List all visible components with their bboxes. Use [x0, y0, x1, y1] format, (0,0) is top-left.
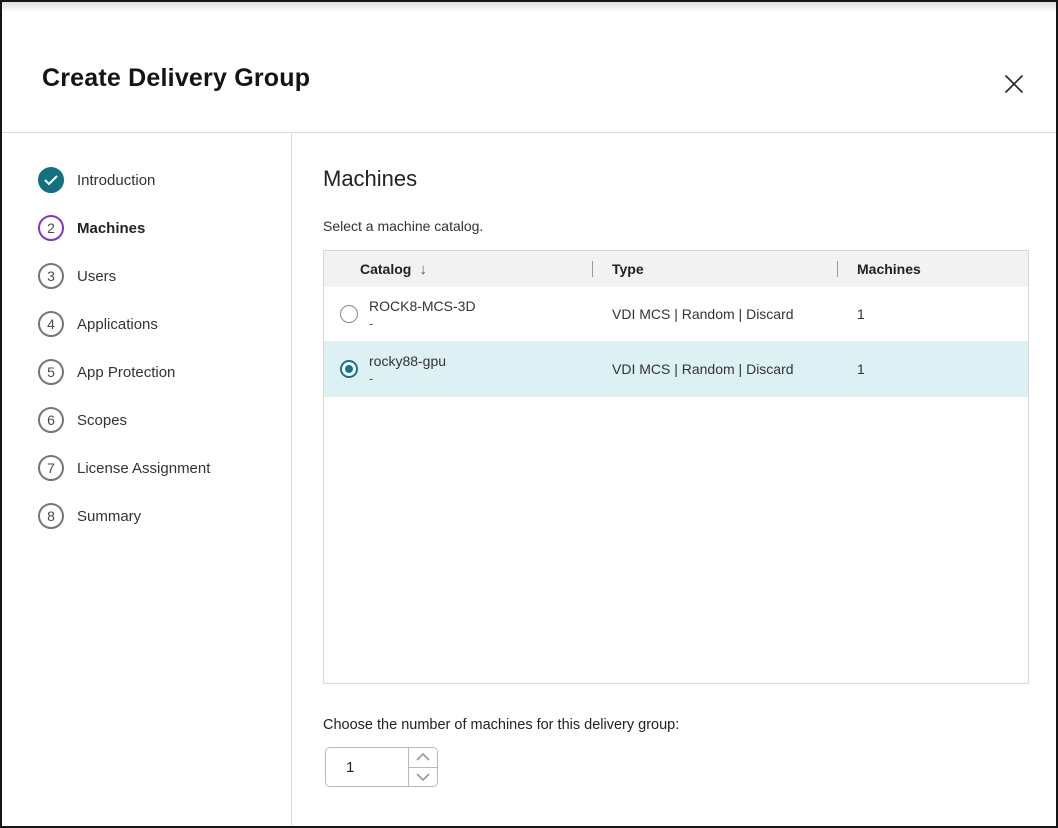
dialog-header: Create Delivery Group — [2, 2, 1056, 133]
step-number: 2 — [47, 220, 55, 236]
step-circle: 7 — [38, 455, 64, 481]
spin-up-button[interactable] — [409, 748, 437, 768]
step-circle: 3 — [38, 263, 64, 289]
step-number: 3 — [47, 268, 55, 284]
type-cell: VDI MCS | Random | Discard — [592, 306, 837, 322]
column-header-machines[interactable]: Machines — [837, 251, 1028, 287]
step-item-app-protection[interactable]: 5 App Protection — [38, 359, 291, 385]
step-circle: 2 — [38, 215, 64, 241]
machine-count-spinner — [325, 747, 438, 787]
type-cell: VDI MCS | Random | Discard — [592, 361, 837, 377]
step-label: Scopes — [77, 412, 127, 429]
step-label: Users — [77, 268, 116, 285]
step-number: 7 — [47, 460, 55, 476]
sort-desc-icon: ↓ — [419, 261, 427, 278]
step-circle: 6 — [38, 407, 64, 433]
wizard-steps-sidebar: Introduction 2 Machines 3 Users 4 Applic… — [2, 133, 292, 826]
step-item-license-assignment[interactable]: 7 License Assignment — [38, 455, 291, 481]
spin-down-icon — [416, 773, 430, 781]
machine-count-input[interactable] — [326, 748, 408, 786]
close-button[interactable] — [998, 68, 1030, 100]
column-header-label: Catalog — [360, 261, 411, 277]
step-item-machines[interactable]: 2 Machines — [38, 215, 291, 241]
main-panel: Machines Select a machine catalog. Catal… — [292, 133, 1058, 826]
spin-up-icon — [416, 753, 430, 761]
spin-down-button[interactable] — [409, 768, 437, 787]
step-item-scopes[interactable]: 6 Scopes — [38, 407, 291, 433]
machine-catalog-table: Catalog ↓ Type Machines ROCK8-MCS-3D — [323, 250, 1029, 684]
catalog-text: ROCK8-MCS-3D - — [369, 297, 476, 332]
page-title: Machines — [323, 166, 1029, 192]
catalog-sub: - — [369, 371, 446, 387]
step-circle: 4 — [38, 311, 64, 337]
check-icon — [44, 175, 58, 186]
machine-count-label: Choose the number of machines for this d… — [323, 717, 1029, 733]
spinner-buttons — [408, 748, 437, 786]
table-empty-area — [324, 397, 1028, 683]
dialog-title: Create Delivery Group — [42, 64, 310, 93]
step-label: Summary — [77, 508, 141, 525]
step-label: Machines — [77, 220, 145, 237]
machines-cell: 1 — [837, 361, 1028, 377]
table-row-rock8-mcs-3d[interactable]: ROCK8-MCS-3D - VDI MCS | Random | Discar… — [324, 287, 1028, 342]
machine-count-section: Choose the number of machines for this d… — [323, 717, 1029, 787]
radio-dot — [345, 365, 353, 373]
step-label: Introduction — [77, 172, 155, 189]
column-header-type[interactable]: Type — [592, 251, 837, 287]
machines-cell: 1 — [837, 306, 1028, 322]
step-circle: 5 — [38, 359, 64, 385]
radio-selected-icon[interactable] — [340, 360, 358, 378]
step-circle: 8 — [38, 503, 64, 529]
close-icon — [1003, 73, 1025, 95]
column-header-label: Type — [612, 261, 644, 277]
catalog-text: rocky88-gpu - — [369, 352, 446, 387]
catalog-cell: ROCK8-MCS-3D - — [324, 297, 592, 332]
catalog-name: rocky88-gpu — [369, 352, 446, 371]
column-header-catalog[interactable]: Catalog ↓ — [324, 251, 592, 287]
dialog-body: Introduction 2 Machines 3 Users 4 Applic… — [2, 133, 1056, 826]
step-label: License Assignment — [77, 460, 210, 477]
step-number: 8 — [47, 508, 55, 524]
step-number: 6 — [47, 412, 55, 428]
step-item-summary[interactable]: 8 Summary — [38, 503, 291, 529]
catalog-name: ROCK8-MCS-3D — [369, 297, 476, 316]
select-catalog-instruction: Select a machine catalog. — [323, 218, 1029, 234]
step-circle-completed — [38, 167, 64, 193]
step-item-introduction[interactable]: Introduction — [38, 167, 291, 193]
step-label: App Protection — [77, 364, 175, 381]
create-delivery-group-dialog: Create Delivery Group Introduction 2 — [0, 0, 1058, 828]
table-row-rocky88-gpu[interactable]: rocky88-gpu - VDI MCS | Random | Discard… — [324, 342, 1028, 397]
catalog-cell: rocky88-gpu - — [324, 352, 592, 387]
step-number: 5 — [47, 364, 55, 380]
step-label: Applications — [77, 316, 158, 333]
table-header-row: Catalog ↓ Type Machines — [324, 251, 1028, 287]
catalog-sub: - — [369, 316, 476, 332]
radio-unselected-icon[interactable] — [340, 305, 358, 323]
step-item-users[interactable]: 3 Users — [38, 263, 291, 289]
step-item-applications[interactable]: 4 Applications — [38, 311, 291, 337]
step-number: 4 — [47, 316, 55, 332]
column-header-label: Machines — [857, 261, 921, 277]
